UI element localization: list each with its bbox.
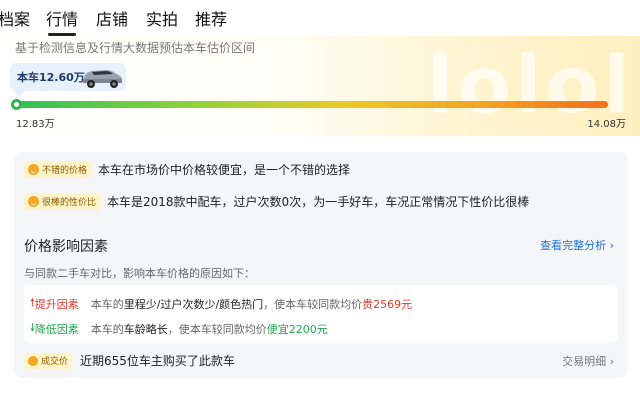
deal-badge-label: 成交价 [41,357,69,367]
deal-price-badge: 成交价 [24,352,73,369]
section-title: 价格影响因素 [24,239,108,255]
factor-suffix: ，使本车较同款均价 [263,297,363,311]
badge-label: 不错的价格 [42,166,88,176]
price-analysis-card: 不错的价格 本车在市场价中价格较便宜，是一个不错的选择 很棒的性价比 本车是20… [14,152,628,378]
factor-suffix: ，使本车较同款均价 [167,322,267,336]
smile-face-icon [28,196,39,207]
factor-label-down: 降低因素 [34,322,79,336]
highlight-row-price: 不错的价格 本车在市场价中价格较便宜，是一个不错的选择 [24,161,350,178]
factor-label-up: 提升因素 [34,297,79,311]
factor-prefix: 本车的 [90,322,124,336]
factor-prefix: 本车的 [90,297,124,311]
price-range-subtitle: 基于检测信息及行情大数据预估本车估价区间 [15,41,256,55]
factor-row-down: 🠗 降低因素 本车的 车龄略长 ，使本车较同款均价 便宜2200元 [30,319,328,338]
tab-archive[interactable]: 档案 [0,6,30,30]
car-price-tag: 本车12.60万 [10,63,126,97]
chevron-right-icon: › [609,239,614,252]
price-range-bar [16,101,608,108]
highlight-row-value: 很棒的性价比 本车是2018款中配车，过户次数0次，为一手好车，车况正常情况下性… [24,193,529,210]
price-marker [11,99,22,110]
tab-bar: 档案 行情 店铺 实拍 推荐 [0,0,640,36]
view-full-analysis-link[interactable]: 查看完整分析 › [540,237,614,253]
car-price-label: 本车12.60万 [17,71,85,84]
smile-face-icon [28,164,39,175]
transaction-details-link[interactable]: 交易明细 › [562,353,614,369]
factors-description: 与同款二手车对比，影响本车价格的原因如下： [24,267,255,280]
suv-car-icon [83,70,122,88]
good-price-badge: 不错的价格 [24,161,93,178]
highlight-text: 本车是2018款中配车，过户次数0次，为一手好车，车况正常情况下性价比很棒 [107,195,530,209]
great-value-badge: 很棒的性价比 [24,193,102,210]
factor-change-down: 便宜2200元 [266,322,328,336]
highlight-text: 本车在市场价中价格较便宜，是一个不错的选择 [98,163,351,177]
factors-box: 🠕 提升因素 本车的 里程少/过户次数少/颜色热门 ，使本车较同款均价 贵256… [24,285,618,343]
factor-highlight: 里程少/过户次数少/颜色热门 [123,297,264,311]
deals-row: 成交价 近期655位车主购买了此款车 [24,352,235,369]
deals-text: 近期655位车主购买了此款车 [80,354,235,368]
tab-photos[interactable]: 实拍 [146,6,178,30]
chevron-right-icon: › [609,355,614,368]
factor-row-up: 🠕 提升因素 本车的 里程少/过户次数少/颜色热门 ，使本车较同款均价 贵256… [30,294,412,313]
range-max-label: 14.08万 [587,119,626,130]
range-min-label: 12.83万 [16,119,55,130]
factor-highlight: 车龄略长 [123,322,168,336]
view-all-label: 查看完整分析 [540,239,607,252]
transaction-details-label: 交易明细 [562,355,607,368]
tab-store[interactable]: 店铺 [96,6,128,30]
tab-recommend[interactable]: 推荐 [195,6,227,30]
deal-icon [28,355,38,366]
tab-market[interactable]: 行情 [46,6,78,36]
factor-change-up: 贵2569元 [362,297,413,311]
badge-label: 很棒的性价比 [42,198,97,208]
